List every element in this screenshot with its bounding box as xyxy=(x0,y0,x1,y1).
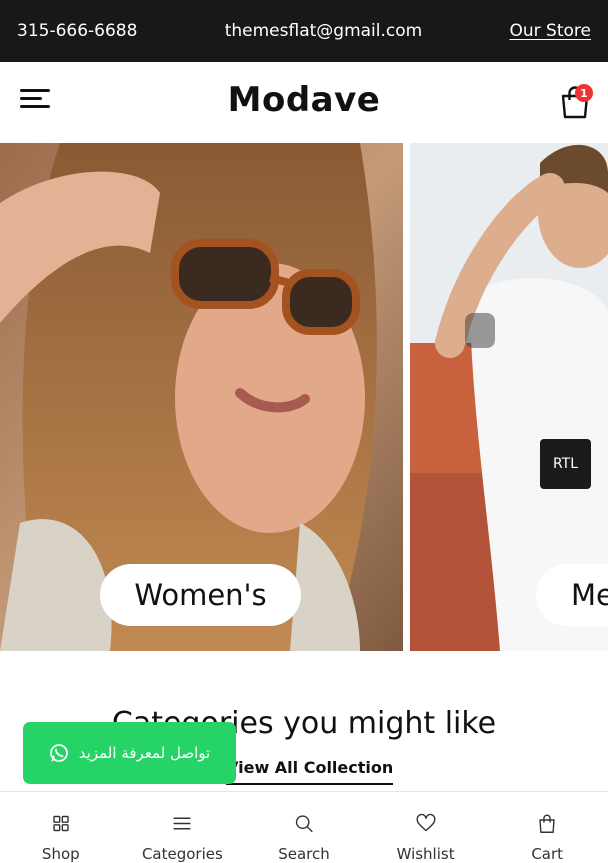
nav-search-label: Search xyxy=(278,845,330,863)
nav-categories-label: Categories xyxy=(141,845,223,863)
heart-icon xyxy=(416,813,436,832)
bottom-navigation: Shop Categories Search Wishlist Cart xyxy=(0,791,608,863)
rtl-toggle-button[interactable]: RTL xyxy=(540,439,591,489)
women-banner[interactable]: Women's xyxy=(0,143,403,651)
whatsapp-icon xyxy=(49,744,68,762)
site-logo[interactable]: Modave xyxy=(0,80,608,120)
nav-wishlist[interactable]: Wishlist xyxy=(365,792,487,863)
email-address[interactable]: themesflat@gmail.com xyxy=(225,21,423,41)
nav-shop-label: Shop xyxy=(41,845,80,863)
our-store-link[interactable]: Our Store xyxy=(510,21,591,41)
men-banner[interactable]: Men's xyxy=(410,143,608,651)
whatsapp-label: تواصل لمعرفة المزيد xyxy=(78,744,211,762)
nav-shop[interactable]: Shop xyxy=(0,792,122,863)
nav-wishlist-label: Wishlist xyxy=(396,845,455,863)
phone-number[interactable]: 315-666-6688 xyxy=(17,21,137,41)
list-icon xyxy=(173,817,191,830)
men-category-label[interactable]: Men's xyxy=(536,564,608,626)
view-all-collection-link[interactable]: View All Collection xyxy=(226,758,394,785)
nav-cart[interactable]: Cart xyxy=(486,792,608,863)
nav-categories[interactable]: Categories xyxy=(122,792,244,863)
cart-count-badge: 1 xyxy=(575,84,593,102)
search-icon xyxy=(295,815,313,833)
site-header: Modave xyxy=(0,62,608,143)
nav-cart-label: Cart xyxy=(531,845,564,863)
whatsapp-contact-button[interactable]: تواصل لمعرفة المزيد xyxy=(23,722,236,784)
grid-icon xyxy=(53,815,69,832)
bag-icon xyxy=(539,814,555,833)
nav-search[interactable]: Search xyxy=(243,792,365,863)
women-category-label[interactable]: Women's xyxy=(100,564,301,626)
top-bar: 315-666-6688 themesflat@gmail.com Our St… xyxy=(0,0,608,62)
